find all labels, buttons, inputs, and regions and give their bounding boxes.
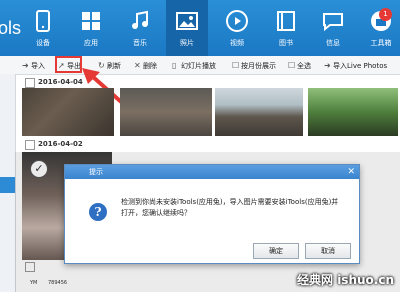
nav-label: 应用 <box>84 39 98 47</box>
app-brand: ols <box>0 18 22 38</box>
message-icon <box>323 13 343 32</box>
nav-music[interactable]: 音乐 <box>121 0 159 56</box>
watermark-text: 经典网 ishuo.cn <box>297 273 394 287</box>
nav-photos[interactable]: 照片 <box>166 0 208 56</box>
import-live-icon: ➜ <box>324 61 331 70</box>
photo-thumbnail[interactable] <box>308 88 398 136</box>
delete-label: 删除 <box>143 62 157 70</box>
import-label: 导入 <box>31 62 45 70</box>
top-nav-bar: ols 设备 应用 音乐 照片 视频 图书 信息 1 工具箱 <box>0 0 400 56</box>
photo-thumbnail[interactable] <box>120 88 212 136</box>
export-highlight-box <box>55 56 82 73</box>
nav-device[interactable]: 设备 <box>24 0 62 56</box>
confirm-button[interactable]: 确定 <box>253 243 299 259</box>
group-checkbox[interactable] <box>25 78 35 88</box>
nav-video[interactable]: 视频 <box>218 0 256 56</box>
device-icon <box>36 10 50 32</box>
slideshow-button[interactable]: ▯ 幻灯片播放 <box>172 59 216 72</box>
slideshow-label: 幻灯片播放 <box>181 62 216 70</box>
music-icon <box>132 10 148 29</box>
nav-messages[interactable]: 信息 <box>314 0 352 56</box>
photo-thumbnail[interactable] <box>215 88 303 136</box>
nav-apps[interactable]: 应用 <box>72 0 110 56</box>
confirm-dialog: 提示 ✕ ? 检测到你尚未安装iTools(应用兔)，导入图片需要安装iTool… <box>64 164 360 264</box>
group-checkbox[interactable] <box>25 140 35 150</box>
import-live-label: 导入Live Photos <box>333 62 388 70</box>
import-live-photos-button[interactable]: ➜ 导入Live Photos <box>324 59 387 72</box>
select-all-checkbox[interactable]: ☐ <box>288 59 297 72</box>
close-icon[interactable]: ✕ <box>347 166 355 178</box>
nav-label: 照片 <box>180 39 194 47</box>
nav-label: 信息 <box>326 39 340 47</box>
question-icon: ? <box>89 203 107 221</box>
nav-label: 音乐 <box>133 39 147 47</box>
import-button[interactable]: ➜ 导入 <box>22 59 45 72</box>
by-month-checkbox[interactable]: ☐ <box>232 59 241 72</box>
photo-thumbnail[interactable] <box>22 88 114 136</box>
dialog-title: 提示 <box>65 165 359 179</box>
dialog-message: 检测到你尚未安装iTools(应用兔)，导入图片需要安装iTools(应用兔)并… <box>121 198 339 217</box>
by-month-label: 按月份展示 <box>241 62 276 70</box>
apps-icon <box>82 12 100 30</box>
group-date: 2016-04-02 <box>38 140 83 148</box>
slideshow-icon: ▯ <box>172 61 177 70</box>
left-sidebar <box>0 74 16 292</box>
nav-label: 视频 <box>230 39 244 47</box>
toolbox-badge: 1 <box>379 8 392 21</box>
photo-icon <box>176 12 198 30</box>
group-date: 2016-04-04 <box>38 78 83 86</box>
nav-label: 图书 <box>279 39 293 47</box>
cancel-button[interactable]: 取消 <box>305 243 351 259</box>
import-icon: ➜ <box>22 61 29 70</box>
nav-toolbox[interactable]: 1 工具箱 <box>362 0 400 56</box>
select-all-label: 全选 <box>297 62 311 70</box>
nav-books[interactable]: 图书 <box>267 0 305 56</box>
video-icon <box>226 10 248 32</box>
by-month-toggle[interactable]: ☐ 按月份展示 <box>232 59 276 72</box>
sidebar-selected-item[interactable] <box>0 177 15 193</box>
nav-label: 设备 <box>36 39 50 47</box>
book-icon <box>277 11 295 31</box>
select-all-toggle[interactable]: ☐ 全选 <box>288 59 311 72</box>
nav-label: 工具箱 <box>370 39 392 47</box>
